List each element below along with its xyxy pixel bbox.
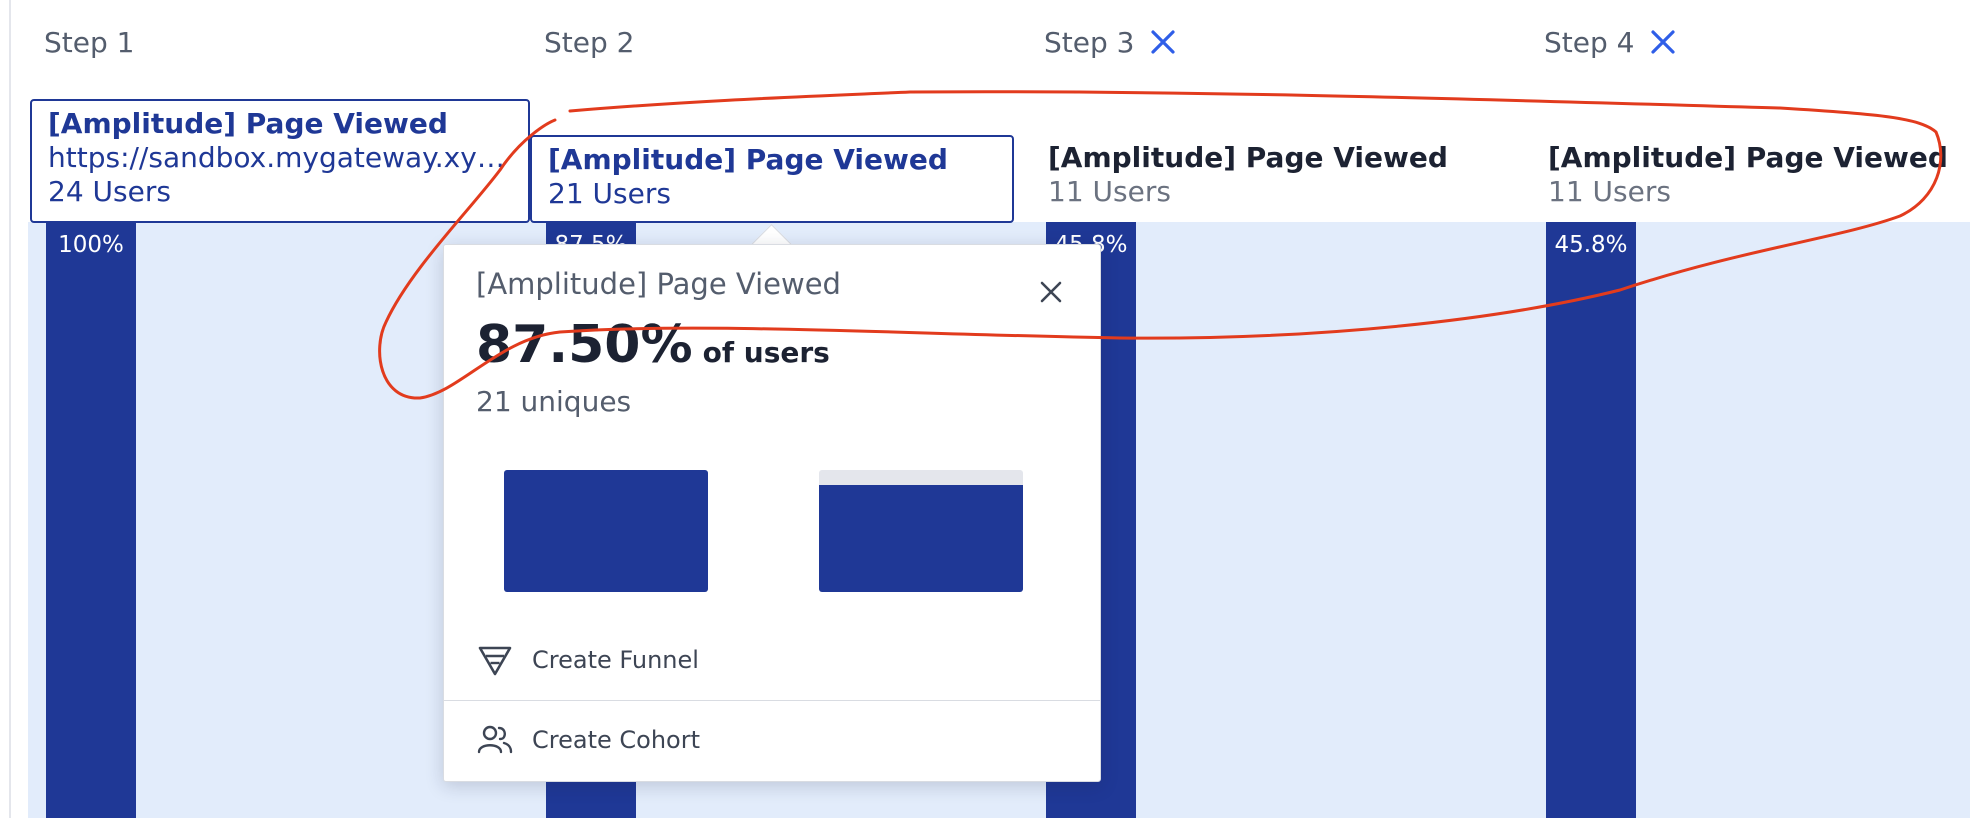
popover-mini-bar-current (819, 470, 1023, 592)
step-event-name: [Amplitude] Page Viewed (1048, 141, 1448, 174)
remove-step-3-close-icon[interactable] (1148, 27, 1178, 57)
step-card-3[interactable]: [Amplitude] Page Viewed 11 Users (1032, 135, 1516, 223)
step-event-name: [Amplitude] Page Viewed (548, 143, 948, 176)
bar-step-4[interactable]: 45.8% (1546, 222, 1636, 818)
popover-percent: 87.50% (476, 315, 693, 375)
step-filter-value: https://sandbox.mygateway.xyz/d... (48, 141, 512, 174)
step-user-count: 11 Users (1048, 175, 1171, 208)
funnel-icon (476, 641, 514, 679)
step-header-label: Step 2 (544, 25, 635, 59)
step-header-2: Step 2 (544, 24, 634, 60)
remove-step-4-close-icon[interactable] (1648, 27, 1678, 57)
create-funnel-button[interactable]: Create Funnel (444, 621, 1100, 699)
create-funnel-label: Create Funnel (532, 646, 699, 674)
mini-bar-fill (819, 485, 1023, 592)
step-card-1[interactable]: [Amplitude] Page Viewed https://sandbox.… (30, 99, 530, 223)
bar-step-1[interactable]: 100% (46, 222, 136, 818)
step-header-label: Step 1 (44, 25, 135, 59)
popover-close-icon[interactable] (1038, 279, 1064, 305)
popover-conversion: 87.50% of users (476, 315, 830, 375)
step-header-3: Step 3 (1044, 24, 1178, 60)
popover-uniques: 21 uniques (476, 385, 632, 418)
step-detail-popover: [Amplitude] Page Viewed 87.50% of users … (443, 244, 1101, 782)
left-divider (9, 0, 11, 818)
step-header-label: Step 4 (1544, 25, 1635, 59)
create-cohort-button[interactable]: Create Cohort (444, 701, 1100, 779)
popover-percent-suffix: of users (702, 336, 830, 369)
step-event-name: [Amplitude] Page Viewed (48, 107, 448, 140)
step-header-label: Step 3 (1044, 25, 1135, 59)
popover-title: [Amplitude] Page Viewed (476, 267, 841, 301)
step-header-1: Step 1 (44, 24, 134, 60)
step-event-name: [Amplitude] Page Viewed (1548, 141, 1948, 174)
popover-mini-bar-previous (504, 470, 708, 592)
step-header-4: Step 4 (1544, 24, 1678, 60)
funnel-chart-view: 100% 87.5% 45.8% 45.8% Step 1 Step 2 Ste… (0, 0, 1970, 818)
step-user-count: 24 Users (48, 175, 171, 208)
create-cohort-label: Create Cohort (532, 726, 700, 754)
mini-bar-fill (504, 470, 708, 592)
users-icon (476, 721, 514, 759)
step-card-2[interactable]: [Amplitude] Page Viewed 21 Users (530, 135, 1014, 223)
bar-label-step-1: 100% (58, 232, 124, 258)
bar-label-step-4: 45.8% (1554, 232, 1628, 258)
step-user-count: 11 Users (1548, 175, 1671, 208)
step-user-count: 21 Users (548, 177, 671, 210)
step-card-4[interactable]: [Amplitude] Page Viewed 11 Users (1532, 135, 1968, 223)
